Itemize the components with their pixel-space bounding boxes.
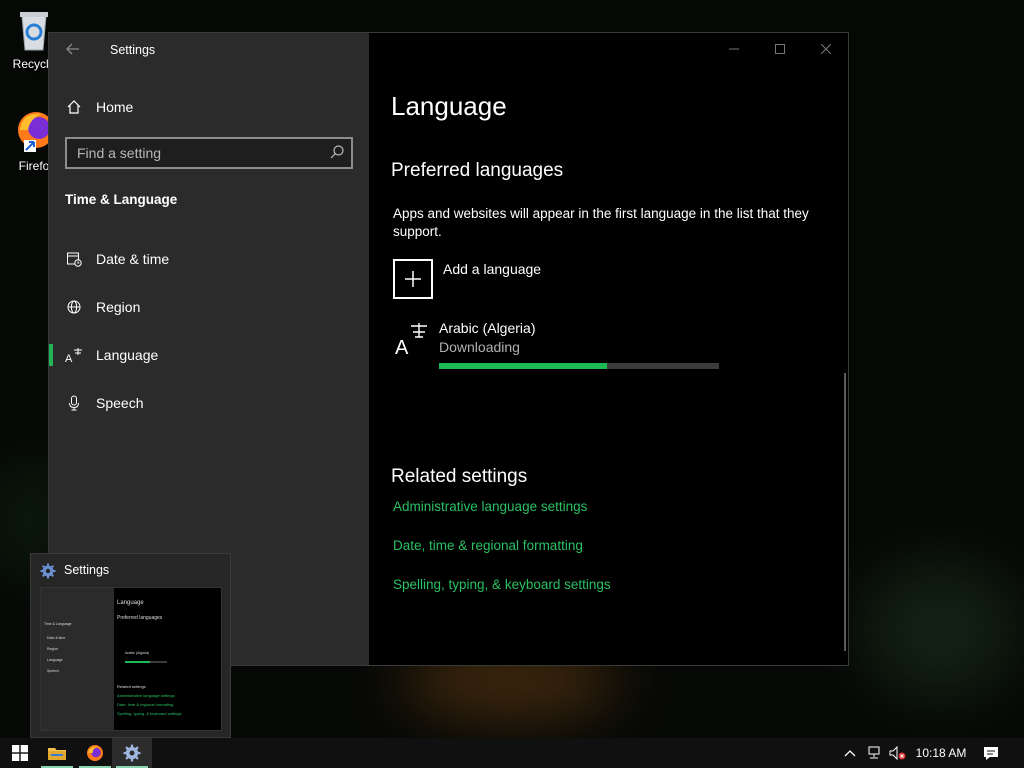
sidebar-item-home[interactable]: Home	[49, 87, 369, 127]
file-explorer-icon	[48, 748, 66, 760]
taskbar: 10:18 AM	[0, 738, 1024, 768]
thumbnail-page-title: Language	[117, 600, 144, 606]
thumbnail-link: Date, time & regional formatting	[117, 702, 174, 707]
maximize-button[interactable]	[757, 33, 803, 65]
thumbnail-progress	[125, 661, 167, 663]
plus-icon	[405, 271, 421, 287]
add-language-label[interactable]: Add a language	[443, 261, 541, 277]
clock[interactable]: 10:18 AM	[910, 738, 972, 768]
maximize-icon	[775, 44, 785, 54]
preferred-languages-heading: Preferred languages	[391, 160, 564, 181]
section-title: Time & Language	[65, 192, 178, 207]
firefox-icon	[87, 745, 103, 761]
notification-icon	[984, 746, 998, 760]
window-thumbnail: Language Preferred languages Arabic (Alg…	[40, 587, 222, 731]
close-button[interactable]	[803, 33, 849, 65]
network-icon	[868, 746, 880, 759]
back-button[interactable]	[65, 41, 81, 59]
thumbnail-sidebar-item: Language	[47, 658, 63, 662]
search-icon	[330, 145, 344, 159]
notifications-button[interactable]	[978, 738, 1004, 768]
sidebar-item-label: Date & time	[96, 251, 170, 267]
settings-gear-icon	[40, 563, 56, 579]
thumbnail-link: Spelling, typing, & keyboard settings	[117, 711, 182, 716]
settings-gear-icon	[123, 744, 141, 762]
thumbnail-sidebar-item: Speech	[47, 669, 59, 673]
download-progress-bar	[439, 363, 719, 369]
download-progress-fill	[439, 363, 607, 369]
sidebar-item-region[interactable]: Region	[49, 287, 369, 327]
thumbnail-heading: Preferred languages	[117, 615, 163, 621]
thumbnail-sidebar-item: Date & time	[47, 636, 66, 640]
taskbar-file-explorer[interactable]	[37, 738, 77, 768]
thumbnail-related-heading: Related settings	[117, 684, 146, 689]
taskbar-firefox[interactable]	[75, 738, 115, 768]
home-icon	[65, 98, 83, 116]
volume-button[interactable]	[887, 738, 909, 768]
microphone-icon	[65, 394, 83, 412]
date-time-regional-formatting-link[interactable]: Date, time & regional formatting	[393, 538, 583, 553]
globe-icon	[65, 298, 83, 316]
sidebar-item-label: Region	[96, 299, 141, 315]
search-input[interactable]: Find a setting	[65, 137, 353, 169]
spelling-typing-keyboard-settings-link[interactable]: Spelling, typing, & keyboard settings	[393, 577, 611, 592]
start-icon	[12, 745, 28, 761]
start-button[interactable]	[0, 738, 40, 768]
thumbnail-sidebar-title: Time & Language	[44, 622, 72, 626]
show-hidden-icons-button[interactable]	[840, 738, 860, 768]
language-name: Arabic (Algeria)	[439, 320, 536, 336]
sidebar-item-language[interactable]: A Language	[49, 335, 369, 375]
chevron-up-icon	[844, 750, 856, 757]
thumbnail-sidebar-item: Region	[47, 647, 59, 651]
active-indicator	[49, 344, 53, 366]
desktop-glow	[860, 560, 1020, 700]
preferred-languages-description: Apps and websites will appear in the fir…	[393, 206, 809, 239]
sidebar-item-label: Home	[96, 99, 134, 115]
page-title: Language	[391, 91, 507, 121]
sidebar-item-date-time[interactable]: Date & time	[49, 239, 369, 279]
language-icon: A	[395, 323, 427, 355]
scrollbar[interactable]	[844, 373, 846, 651]
calendar-clock-icon	[65, 250, 83, 268]
content-pane: Language Preferred languages Apps and we…	[369, 33, 848, 665]
svg-text:A: A	[65, 353, 73, 363]
search-placeholder: Find a setting	[77, 145, 162, 161]
minimize-button[interactable]	[711, 33, 757, 65]
back-arrow-icon	[66, 43, 79, 55]
sidebar-item-label: Speech	[96, 395, 144, 411]
related-settings-heading: Related settings	[391, 466, 528, 487]
language-icon: A	[65, 346, 83, 364]
add-language-button[interactable]	[393, 259, 433, 299]
minimize-icon	[729, 48, 739, 50]
volume-muted-icon	[889, 746, 906, 760]
language-status: Downloading	[439, 339, 520, 355]
taskbar-settings[interactable]	[112, 738, 152, 768]
sidebar-item-speech[interactable]: Speech	[49, 383, 369, 423]
thumbnail-language-name: Arabic (Algeria)	[125, 651, 150, 655]
network-button[interactable]	[863, 738, 885, 768]
thumbnail-link: Administrative language settings	[117, 693, 175, 698]
close-icon	[821, 44, 831, 54]
taskbar-thumbnail-preview[interactable]: Settings Language Preferred languages Ar…	[30, 553, 231, 738]
sidebar-item-label: Language	[96, 347, 159, 363]
window-title: Settings	[110, 43, 156, 57]
svg-text:A: A	[395, 337, 409, 355]
administrative-language-settings-link[interactable]: Administrative language settings	[393, 499, 587, 514]
preview-title: Settings	[64, 563, 110, 577]
